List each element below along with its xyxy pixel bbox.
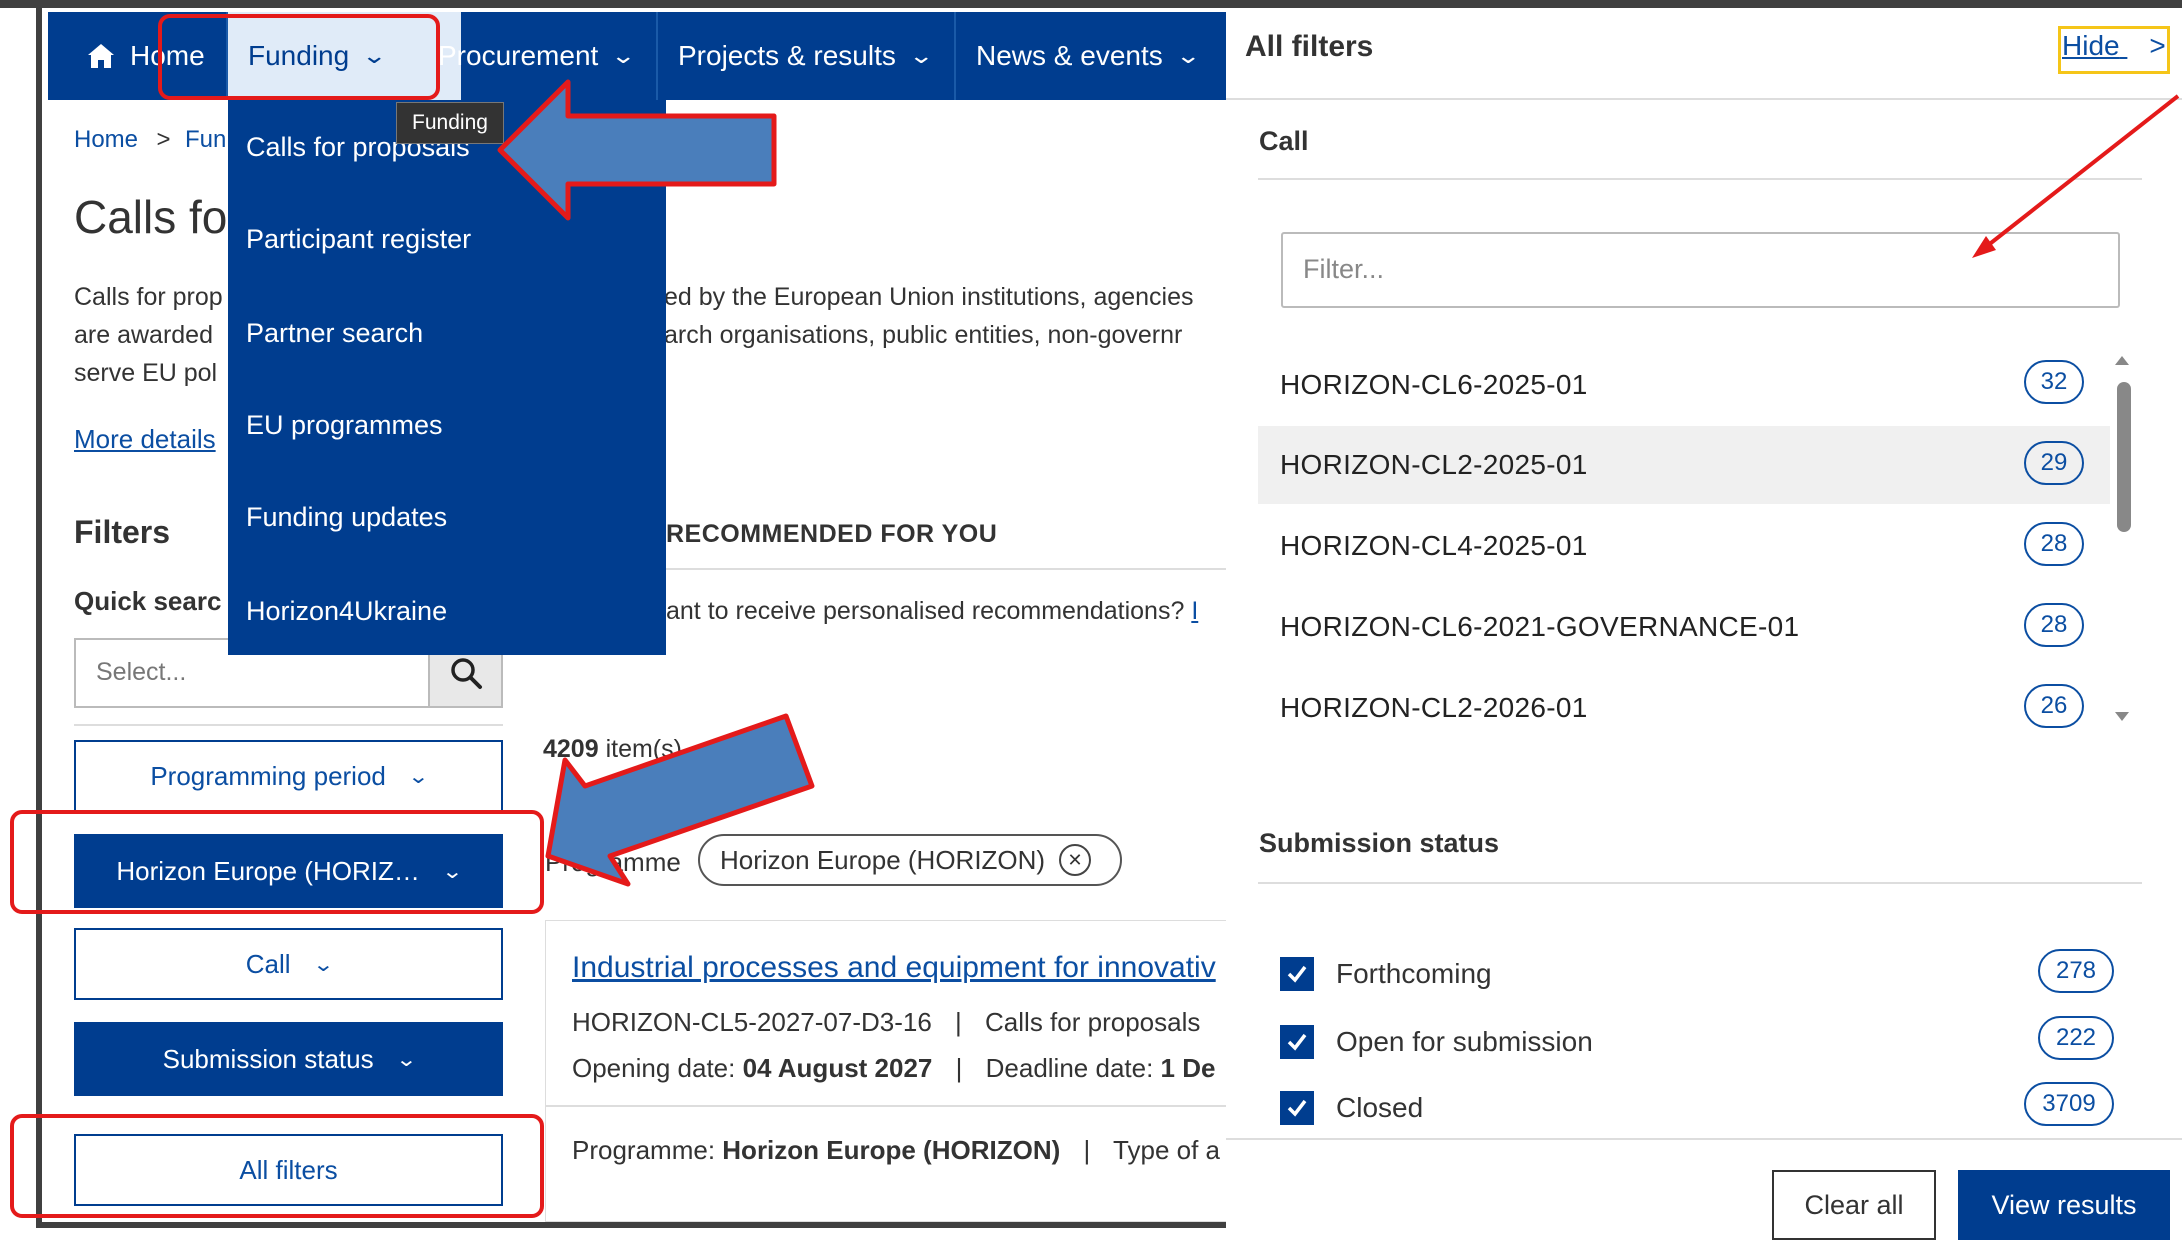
annotation-arrow-calls-icon [497,79,777,221]
annotation-arrow-programme-icon [545,713,815,887]
annotation-arrows [497,79,2180,887]
annotation-arrow-filter-input-icon [1980,94,2180,252]
